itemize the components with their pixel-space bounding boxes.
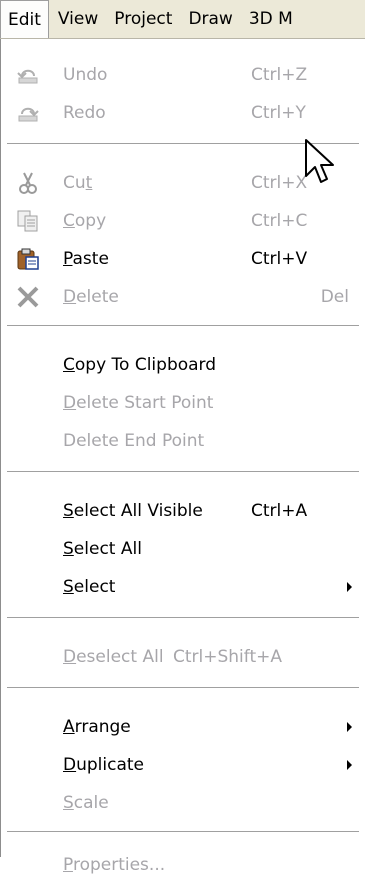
delete-x-icon — [17, 286, 39, 308]
scissors-icon — [19, 172, 37, 194]
menu-item-scale[interactable]: Scale — [1, 784, 365, 822]
shortcut-text: Ctrl+Shift+A — [173, 647, 283, 667]
menu-item-paste[interactable]: Paste Ctrl+V — [1, 240, 365, 278]
shortcut-text: Ctrl+C — [251, 211, 308, 231]
menu-item-label: Delete End Point — [63, 431, 205, 451]
shortcut-text: Ctrl+V — [251, 249, 308, 269]
menu-item-copy[interactable]: Copy Ctrl+C — [1, 202, 365, 240]
clipboard-icon — [17, 248, 39, 270]
menu-separator — [7, 325, 359, 327]
menu-item-label: Properties... — [63, 855, 166, 875]
menubar-project[interactable]: Project — [107, 0, 179, 38]
menu-bar: Edit View Project Draw 3D M — [0, 0, 365, 39]
menubar-view[interactable]: View — [51, 0, 105, 38]
menu-item-label: Undo — [63, 65, 108, 85]
menu-item-select-all-visible[interactable]: Select All Visible Ctrl+A — [1, 492, 365, 530]
menu-item-label: Paste — [63, 249, 109, 269]
menu-item-label: Cut — [63, 173, 93, 193]
menu-item-select-all[interactable]: Select All — [1, 530, 365, 568]
menu-item-label: Deselect All — [63, 647, 164, 667]
menu-item-delete[interactable]: Delete Del — [1, 278, 365, 316]
shortcut-text: Ctrl+X — [251, 173, 308, 193]
shortcut-text: Del — [320, 287, 349, 307]
menu-item-label: Scale — [63, 793, 109, 813]
menu-item-undo[interactable]: Undo Ctrl+Z — [1, 56, 365, 94]
submenu-arrow-icon — [347, 582, 352, 592]
menu-item-label: Copy — [63, 211, 107, 231]
menu-item-label: Select — [63, 577, 116, 597]
shortcut-text: Ctrl+Z — [251, 65, 308, 85]
menu-item-deselect-all[interactable]: Deselect All Ctrl+Shift+A — [1, 638, 365, 676]
menu-item-label: Copy To Clipboard — [63, 355, 217, 375]
menu-separator — [7, 687, 359, 689]
submenu-arrow-icon — [347, 722, 352, 732]
menu-separator — [7, 471, 359, 473]
menu-item-delete-end-point[interactable]: Delete End Point — [1, 422, 365, 460]
menu-item-select[interactable]: Select — [1, 568, 365, 606]
mouse-cursor-icon — [305, 139, 334, 183]
submenu-arrow-icon — [347, 760, 352, 770]
menu-item-label: Duplicate — [63, 755, 144, 775]
shortcut-text: Ctrl+Y — [251, 103, 306, 123]
menu-item-arrange[interactable]: Arrange — [1, 708, 365, 746]
menu-item-delete-start-point[interactable]: Delete Start Point — [1, 384, 365, 422]
menubar-draw[interactable]: Draw — [181, 0, 239, 38]
copy-icon — [17, 210, 38, 232]
menu-separator — [7, 617, 359, 619]
menu-item-label: Arrange — [63, 717, 131, 737]
shortcut-text: Ctrl+A — [251, 501, 308, 521]
menu-item-copy-to-clipboard[interactable]: Copy To Clipboard — [1, 346, 365, 384]
menubar-edit[interactable]: Edit — [0, 0, 49, 38]
menu-item-label: Select All Visible — [63, 501, 203, 521]
menu-item-label: Redo — [63, 103, 106, 123]
menu-item-label: Delete Start Point — [63, 393, 214, 413]
menu-item-redo[interactable]: Redo Ctrl+Y — [1, 94, 365, 132]
menu-item-label: Delete — [63, 287, 119, 307]
menu-item-duplicate[interactable]: Duplicate — [1, 746, 365, 784]
menu-item-properties[interactable]: Properties... — [1, 846, 365, 884]
menu-item-label: Select All — [63, 539, 142, 559]
redo-icon — [18, 107, 39, 122]
undo-icon — [17, 69, 38, 84]
menubar-3d-model[interactable]: 3D M — [242, 0, 300, 38]
menu-separator — [7, 831, 359, 833]
